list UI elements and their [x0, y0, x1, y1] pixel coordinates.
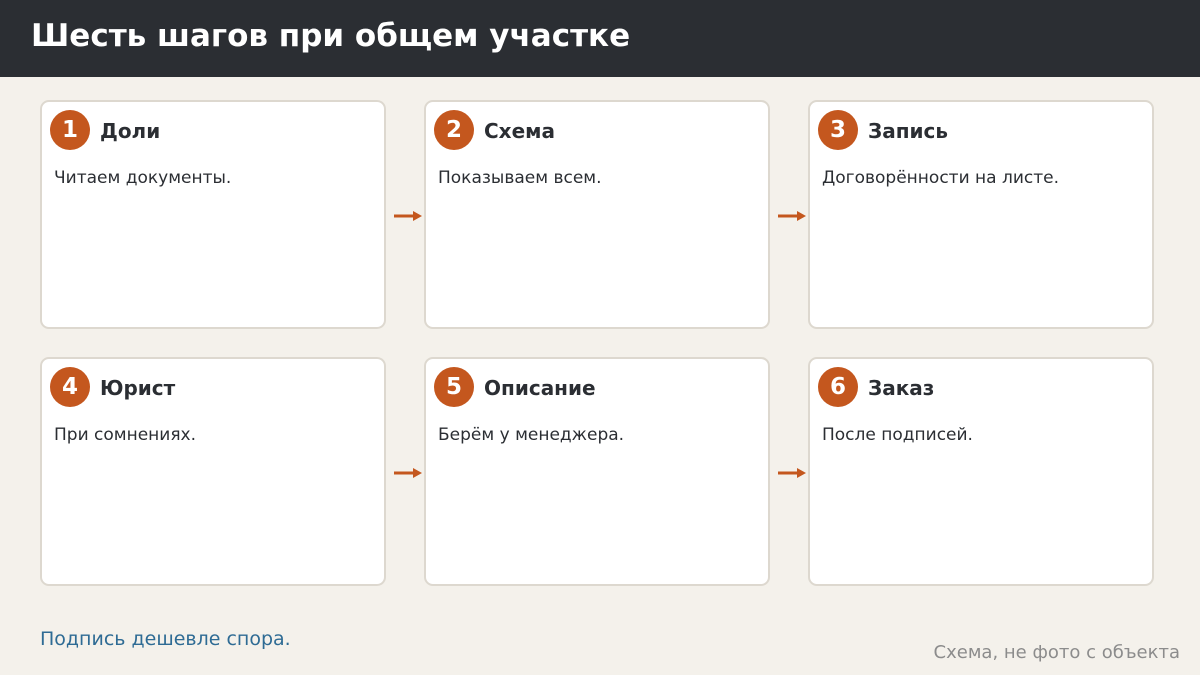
step-description: При сомнениях. — [54, 425, 197, 445]
step-card-6: 6 Заказ После подписей. — [808, 357, 1154, 586]
step-title: Описание — [484, 376, 596, 400]
step-description: Показываем всем. — [438, 168, 602, 188]
step-card-1: 1 Доли Читаем документы. — [40, 100, 386, 329]
image-caption: Схема, не фото с объекта — [933, 642, 1180, 663]
step-card-4: 4 Юрист При сомнениях. — [40, 357, 386, 586]
step-title: Схема — [484, 119, 555, 143]
step-card-5: 5 Описание Берём у менеджера. — [424, 357, 770, 586]
step-number-badge: 5 — [434, 367, 474, 407]
arrow-right-icon — [778, 468, 806, 478]
step-number-badge: 2 — [434, 110, 474, 150]
step-card-3: 3 Запись Договорённости на листе. — [808, 100, 1154, 329]
step-title: Доли — [100, 119, 161, 143]
step-number-badge: 1 — [50, 110, 90, 150]
footer-note: Подпись дешевле спора. — [40, 628, 291, 650]
arrow-right-icon — [394, 211, 422, 221]
step-number-badge: 6 — [818, 367, 858, 407]
step-description: Берём у менеджера. — [438, 425, 625, 445]
step-description: Читаем документы. — [54, 168, 232, 188]
page-title: Шесть шагов при общем участке — [31, 18, 631, 54]
header-bar: Шесть шагов при общем участке — [0, 0, 1200, 77]
step-number-badge: 3 — [818, 110, 858, 150]
step-title: Запись — [868, 119, 949, 143]
step-number-badge: 4 — [50, 367, 90, 407]
step-description: Договорённости на листе. — [822, 168, 1059, 188]
step-card-2: 2 Схема Показываем всем. — [424, 100, 770, 329]
arrow-right-icon — [778, 211, 806, 221]
arrow-right-icon — [394, 468, 422, 478]
step-description: После подписей. — [822, 425, 973, 445]
step-title: Заказ — [868, 376, 935, 400]
step-title: Юрист — [100, 376, 176, 400]
